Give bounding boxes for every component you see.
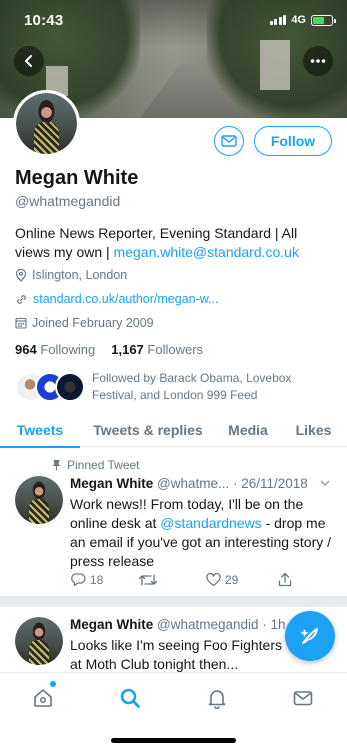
profile-bio: Online News Reporter, Evening Standard |… [15, 224, 335, 262]
tweet-header: Megan White @whatmegandid · 1h [70, 617, 286, 632]
heart-icon [206, 572, 221, 586]
tweet-avatar[interactable] [15, 617, 63, 665]
signal-icon [269, 15, 287, 25]
like-button[interactable]: 29 [206, 572, 278, 587]
nav-home[interactable] [28, 681, 58, 713]
share-button[interactable] [278, 572, 292, 587]
follow-counts: 964 Following 1,167 Followers [15, 342, 203, 357]
compose-tweet-button[interactable] [285, 611, 335, 661]
reply-icon [71, 573, 86, 587]
tab-likes[interactable]: Likes [280, 414, 347, 447]
status-indicators: 4G [269, 14, 336, 26]
reply-count: 18 [90, 572, 104, 587]
home-icon [34, 689, 52, 707]
avatar-image [16, 93, 77, 154]
tweet-author-name: Megan White [70, 617, 154, 632]
tweet-handle-date: @whatme... · 26/11/2018 [157, 476, 308, 491]
profile-handle: @whatmegandid [15, 193, 121, 209]
reply-button[interactable]: 18 [70, 572, 138, 587]
avatar-image [15, 617, 63, 665]
followers-count: 1,167 [111, 342, 144, 357]
status-time: 10:43 [24, 12, 64, 29]
more-dots-icon [310, 59, 326, 63]
banner-tomb [260, 40, 290, 90]
network-label: 4G [291, 14, 306, 26]
share-icon [278, 572, 292, 587]
bio-email-link[interactable]: megan.white@standard.co.uk [114, 244, 299, 260]
profile-tabs: Tweets Tweets & replies Media Likes [0, 414, 347, 448]
location-text: Islington, London [32, 268, 128, 282]
website-row: standard.co.uk/author/megan-w... [15, 292, 219, 306]
pinned-text: Pinned Tweet [67, 458, 140, 472]
website-link[interactable]: standard.co.uk/author/megan-w... [33, 292, 219, 306]
following-label: Following [40, 342, 96, 357]
tweet-handle-date: @whatmegandid · 1h [157, 617, 286, 632]
tweet-divider [0, 596, 347, 607]
followers-link[interactable]: 1,167 Followers [111, 342, 203, 357]
tab-media[interactable]: Media [216, 414, 280, 447]
follower-avatar [55, 372, 85, 402]
back-button[interactable] [14, 46, 44, 76]
tab-tweets-replies[interactable]: Tweets & replies [80, 414, 216, 447]
joined-text: Joined February 2009 [32, 316, 154, 330]
compose-feather-icon [301, 628, 318, 644]
envelope-icon [221, 135, 237, 147]
messages-icon [293, 691, 313, 706]
followers-label: Followers [147, 342, 204, 357]
followed-by-text: Followed by Barack Obama, Lovebox Festiv… [92, 371, 292, 402]
new-content-dot [50, 681, 56, 687]
nav-search[interactable] [115, 683, 145, 713]
notifications-icon [208, 690, 226, 709]
home-indicator[interactable] [111, 738, 236, 743]
follow-button[interactable]: Follow [254, 126, 332, 156]
link-icon [17, 294, 26, 304]
avatar-image [15, 476, 63, 524]
retweet-button[interactable] [138, 573, 206, 587]
profile-avatar[interactable] [13, 90, 80, 157]
pin-icon [52, 460, 61, 471]
tweet-mention-link[interactable]: @standardnews [160, 515, 261, 531]
calendar-icon [15, 317, 27, 329]
location-row: Islington, London [15, 268, 127, 282]
status-bar: 10:43 4G [0, 0, 347, 40]
tweet-actions: 18 29 [70, 572, 292, 587]
tweet-avatar[interactable] [15, 476, 63, 524]
tweet-header: Megan White @whatme... · 26/11/2018 [70, 476, 308, 491]
pinned-label: Pinned Tweet [52, 458, 140, 472]
tab-tweets[interactable]: Tweets [0, 414, 80, 448]
followed-by-row[interactable]: Followed by Barack Obama, Lovebox Festiv… [15, 370, 335, 406]
tweet-text: Looks like I'm seeing Foo Fighters at Mo… [70, 637, 282, 672]
battery-icon [311, 14, 336, 26]
like-count: 29 [225, 572, 239, 587]
more-options-button[interactable] [303, 46, 333, 76]
following-link[interactable]: 964 Following [15, 342, 95, 357]
search-icon [120, 688, 140, 708]
profile-name: Megan White [15, 167, 139, 189]
chevron-left-icon [25, 55, 32, 67]
nav-messages[interactable] [288, 683, 318, 713]
retweet-icon [138, 573, 158, 586]
tweet-text: Work news!! From today, I'll be on the o… [70, 495, 332, 571]
chevron-down-icon[interactable] [320, 480, 330, 487]
joined-row: Joined February 2009 [15, 316, 154, 330]
following-count: 964 [15, 342, 37, 357]
location-pin-icon [15, 268, 27, 282]
message-button[interactable] [214, 126, 244, 156]
tweet-author-name: Megan White [70, 476, 154, 491]
nav-notifications[interactable] [202, 683, 232, 713]
